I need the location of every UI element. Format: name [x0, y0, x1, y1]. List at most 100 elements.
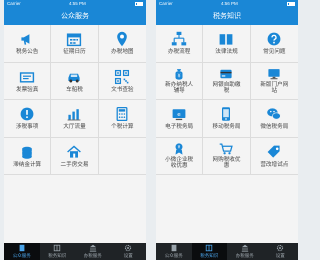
grid-item-online-shopping-benefit[interactable]: 网购税收优 惠	[203, 137, 251, 175]
tab-label: 办税服务	[235, 254, 254, 259]
grid-item-label: 征期日历	[63, 49, 86, 55]
grid-item-label: 移动税务局	[212, 124, 241, 130]
shopping-cart-icon	[220, 143, 234, 155]
alert-icon	[20, 107, 34, 121]
tab-label: 税务知识	[48, 254, 67, 259]
carrier-label: Carrier	[7, 1, 21, 6]
grid-item-tax-announcement[interactable]: 税务公告	[4, 25, 52, 63]
grid-item-label: 电子税务局	[165, 124, 194, 130]
tab-label: 设置	[123, 254, 133, 259]
tab-tax-knowledge[interactable]: 税务知识	[191, 243, 227, 260]
grid-item-income-tax-calc[interactable]: 个税计算	[98, 100, 146, 138]
grid-item-label: 微信税务局	[260, 124, 289, 130]
page-title: 公众服务	[4, 8, 146, 25]
tab-tax-handling[interactable]: 办税服务	[75, 243, 111, 260]
money-bag-icon: ¥	[175, 68, 183, 80]
grid-item-label: 办税地图	[111, 49, 134, 55]
tab-label: 公众服务	[164, 254, 183, 259]
grid-item-label: 新版门户网 站	[260, 81, 289, 95]
grid-item-label: 滞纳金计算	[13, 161, 42, 168]
grid-item-tax-calendar[interactable]: 征期日历	[51, 25, 99, 63]
grid-item-label: 税务公告	[15, 49, 39, 55]
tab-tax-knowledge[interactable]: 税务知识	[40, 243, 76, 260]
grid-item-laws[interactable]: 法律法规	[203, 25, 251, 63]
invoice-icon	[20, 71, 35, 83]
clock: 4:56 PM	[221, 1, 238, 6]
grid-item-invoice-verify[interactable]: 发票验真	[4, 62, 52, 100]
grid-item-e-tax-bureau[interactable]: e 电子税务局	[156, 100, 204, 138]
mobile-icon	[222, 107, 231, 121]
svg-text:¥: ¥	[178, 73, 181, 79]
svg-text:¥: ¥	[178, 144, 181, 149]
tag-icon	[267, 145, 280, 158]
grid-item-mobile-tax-bureau[interactable]: 移动税务局	[203, 100, 251, 138]
battery-icon	[134, 0, 143, 8]
grid-item-second-hand-house[interactable]: 二手房交易	[51, 137, 99, 175]
gear-icon	[125, 244, 132, 252]
tab-label: 办税服务	[83, 254, 102, 259]
grid-item-label: 法律法规	[215, 49, 238, 55]
knowledge-grid: 办税流程 法律法规 常见问题 ¥ 新办纳税人 辅导 网银自助缴 税 新版门户网 …	[156, 25, 298, 243]
calendar-icon	[67, 33, 82, 47]
tab-public-service[interactable]: 公众服务	[4, 243, 40, 260]
grid-item-label: 新办纳税人 辅导	[165, 81, 194, 95]
book-icon	[206, 244, 213, 252]
grid-item-hall-traffic[interactable]: 大厅流量	[51, 100, 99, 138]
house-icon	[67, 144, 82, 158]
enterprise-icon: ¥	[175, 143, 183, 155]
grid-item-label: 大厅流量	[63, 124, 86, 130]
grid-item-tax-map[interactable]: 办税地图	[98, 25, 146, 63]
grid-item-label: 小微企业税 收优惠	[165, 156, 194, 170]
monitor-icon	[268, 68, 280, 79]
building-icon	[19, 244, 25, 252]
grid-item-online-banking[interactable]: 网银自助缴 税	[203, 62, 251, 100]
grid-item-empty	[98, 138, 146, 175]
tab-public-service[interactable]: 公众服务	[156, 243, 192, 260]
grid-item-small-enterprise-benefit[interactable]: ¥ 小微企业税 收优惠	[156, 137, 204, 175]
question-icon	[267, 32, 281, 46]
grid-item-new-portal[interactable]: 新版门户网 站	[250, 63, 298, 100]
grid-item-faq[interactable]: 常见问题	[250, 25, 298, 63]
grid-item-label: 涉税事项	[15, 124, 39, 130]
grid-item-label: 网购税收优 惠	[212, 156, 241, 170]
tab-label: 设置	[275, 254, 285, 259]
status-bar: Carrier 4:56 PM	[156, 0, 298, 8]
grid-item-label: 二手房交易	[60, 161, 89, 168]
page-title: 税务知识	[156, 8, 298, 25]
megaphone-icon	[21, 34, 30, 45]
grid-item-vat-reform[interactable]: 营改增试点	[250, 138, 298, 175]
tab-settings[interactable]: 设置	[263, 243, 299, 260]
grid-item-label: 营改增试点	[260, 161, 289, 168]
qr-code-icon	[115, 69, 130, 84]
bank-icon	[241, 244, 248, 252]
grid-item-label: 办税流程	[167, 49, 191, 55]
grid-item-tax-process[interactable]: 办税流程	[156, 25, 204, 63]
chart-icon	[68, 109, 81, 121]
grid-item-tax-matters[interactable]: 涉税事项	[4, 100, 52, 138]
tax-knowledge-screen: Carrier 4:56 PM 税务知识 办税流程 法律法规 常见问题 ¥ 新办…	[156, 0, 298, 260]
calculator-icon	[116, 106, 128, 122]
service-grid: 税务公告 征期日历 办税地图 发票验真 车船税 文书查验 涉税事项 大厅流量 个…	[4, 25, 146, 243]
tab-label: 公众服务	[12, 254, 31, 259]
grid-item-wechat-tax-bureau[interactable]: 微信税务局	[250, 100, 298, 138]
coins-icon	[22, 146, 32, 159]
tab-label: 税务知识	[200, 254, 219, 259]
building-icon	[171, 244, 177, 252]
map-pin-icon	[117, 31, 128, 47]
grid-item-new-taxpayer[interactable]: ¥ 新办纳税人 辅导	[156, 62, 204, 100]
car-icon	[68, 73, 81, 82]
grid-item-vehicle-tax[interactable]: 车船税	[51, 62, 99, 100]
tab-bar: 公众服务 税务知识 办税服务 设置	[4, 243, 146, 260]
gear-icon	[277, 244, 284, 252]
wechat-icon	[267, 108, 282, 120]
law-book-icon	[220, 34, 233, 45]
battery-icon	[286, 0, 295, 8]
book-icon	[54, 244, 61, 252]
grid-item-label: 常见问题	[263, 49, 286, 55]
grid-item-document-check[interactable]: 文书查验	[98, 63, 146, 100]
flow-icon	[171, 31, 187, 46]
grid-item-late-fee-calc[interactable]: 滞纳金计算	[4, 137, 52, 175]
tab-tax-handling[interactable]: 办税服务	[227, 243, 263, 260]
tab-settings[interactable]: 设置	[111, 243, 147, 260]
grid-item-label: 文书查验	[111, 86, 134, 93]
